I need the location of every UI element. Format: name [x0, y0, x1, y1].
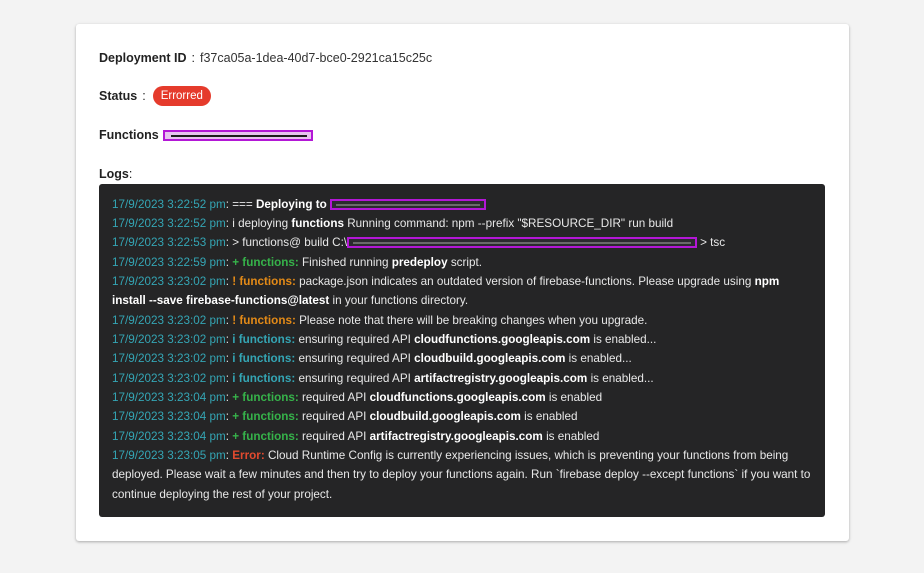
deployment-id-label: Deployment ID — [99, 51, 187, 65]
log-text: Finished running — [298, 256, 392, 269]
redacted-functions-value — [162, 129, 313, 141]
logs-label-colon: : — [128, 167, 133, 181]
log-timestamp: 17/9/2023 3:22:52 pm — [112, 217, 226, 230]
log-timestamp: 17/9/2023 3:23:04 pm — [112, 391, 226, 404]
log-text: Please note that there will be breaking … — [295, 314, 648, 327]
status-separator: : — [142, 89, 146, 103]
log-text: required API — [298, 391, 370, 404]
log-line: 17/9/2023 3:22:52 pm: i deploying functi… — [112, 214, 812, 233]
redacted-path — [347, 237, 698, 248]
log-timestamp: 17/9/2023 3:23:04 pm — [112, 410, 226, 423]
log-level: ! functions: — [232, 314, 296, 327]
log-text-bold: cloudfunctions.googleapis.com — [414, 333, 591, 346]
status-label: Status — [99, 89, 138, 103]
log-timestamp: 17/9/2023 3:23:02 pm — [112, 352, 226, 365]
log-text-bold: cloudbuild.googleapis.com — [414, 352, 566, 365]
log-level: Error: — [232, 449, 265, 462]
log-level: ! functions: — [232, 275, 296, 288]
logs-label: Logs — [99, 167, 129, 181]
log-line: 17/9/2023 3:23:05 pm: Error: Cloud Runti… — [112, 446, 812, 504]
logs-label-row: Logs: — [99, 167, 132, 181]
log-text: is enabled — [542, 430, 600, 443]
log-text: === — [232, 198, 256, 211]
log-line: 17/9/2023 3:22:59 pm: + functions: Finis… — [112, 253, 812, 272]
log-line: 17/9/2023 3:23:04 pm: + functions: requi… — [112, 388, 812, 407]
log-timestamp: 17/9/2023 3:22:52 pm — [112, 198, 226, 211]
log-text-bold: cloudfunctions.googleapis.com — [369, 391, 546, 404]
log-timestamp: 17/9/2023 3:23:02 pm — [112, 333, 226, 346]
log-text: ensuring required API — [295, 352, 415, 365]
log-level: i functions: — [232, 372, 296, 385]
log-text: > tsc — [700, 236, 726, 249]
deployment-id-separator: : — [191, 51, 195, 65]
deployment-id-value: f37ca05a-1dea-40d7-bce0-2921ca15c25c — [200, 51, 433, 65]
log-text-bold: cloudbuild.googleapis.com — [369, 410, 521, 423]
log-text-bold: functions — [291, 217, 344, 230]
log-text: script. — [447, 256, 482, 269]
status-row: Status : Errorred — [99, 86, 211, 106]
log-text: > functions@ build C:\ — [232, 236, 348, 249]
log-timestamp: 17/9/2023 3:23:04 pm — [112, 430, 226, 443]
logs-panel[interactable]: 17/9/2023 3:22:52 pm: === Deploying to 1… — [99, 184, 825, 517]
redacted-project — [330, 199, 486, 210]
log-line: 17/9/2023 3:23:04 pm: + functions: requi… — [112, 427, 812, 446]
log-text: is enabled... — [590, 333, 657, 346]
log-level: + functions: — [232, 256, 299, 269]
log-text: i deploying — [232, 217, 292, 230]
log-level: + functions: — [232, 391, 299, 404]
log-text: Running command: npm --prefix "$RESOURCE… — [343, 217, 674, 230]
log-text-bold: artifactregistry.googleapis.com — [414, 372, 588, 385]
log-text: is enabled... — [565, 352, 632, 365]
log-text: is enabled... — [587, 372, 654, 385]
log-timestamp: 17/9/2023 3:23:05 pm — [112, 449, 226, 462]
log-timestamp: 17/9/2023 3:23:02 pm — [112, 372, 226, 385]
log-level: + functions: — [232, 430, 299, 443]
log-text-bold: predeploy — [391, 256, 448, 269]
log-text: ensuring required API — [295, 372, 415, 385]
log-timestamp: 17/9/2023 3:23:02 pm — [112, 275, 226, 288]
deployment-id-row: Deployment ID : f37ca05a-1dea-40d7-bce0-… — [99, 51, 432, 65]
log-timestamp: 17/9/2023 3:22:59 pm — [112, 256, 226, 269]
log-level: i functions: — [232, 333, 296, 346]
log-line: 17/9/2023 3:22:52 pm: === Deploying to — [112, 195, 812, 214]
log-timestamp: 17/9/2023 3:23:02 pm — [112, 314, 226, 327]
log-text: is enabled — [520, 410, 578, 423]
log-text: ensuring required API — [295, 333, 415, 346]
log-line: 17/9/2023 3:23:02 pm: i functions: ensur… — [112, 369, 812, 388]
log-text: in your functions directory. — [329, 294, 469, 308]
log-line: 17/9/2023 3:23:04 pm: + functions: requi… — [112, 407, 812, 426]
log-text-bold: Deploying to — [255, 198, 330, 211]
log-line: 17/9/2023 3:23:02 pm: i functions: ensur… — [112, 330, 812, 349]
deployment-card: Deployment ID : f37ca05a-1dea-40d7-bce0-… — [76, 24, 849, 541]
functions-row: Functions — [99, 128, 313, 142]
functions-label: Functions — [99, 128, 159, 142]
log-line: 17/9/2023 3:23:02 pm: i functions: ensur… — [112, 349, 812, 368]
log-text: required API — [298, 430, 370, 443]
log-line: 17/9/2023 3:22:53 pm: > functions@ build… — [112, 233, 812, 252]
log-text: required API — [298, 410, 370, 423]
log-timestamp: 17/9/2023 3:22:53 pm — [112, 236, 226, 249]
log-line: 17/9/2023 3:23:02 pm: ! functions: packa… — [112, 272, 812, 311]
status-badge: Errorred — [152, 86, 211, 106]
log-level: i functions: — [232, 352, 296, 365]
log-text: is enabled — [545, 391, 603, 404]
log-level: + functions: — [232, 410, 299, 423]
log-text: package.json indicates an outdated versi… — [295, 275, 755, 288]
log-line: 17/9/2023 3:23:02 pm: ! functions: Pleas… — [112, 311, 812, 330]
log-text-bold: artifactregistry.googleapis.com — [369, 430, 543, 443]
